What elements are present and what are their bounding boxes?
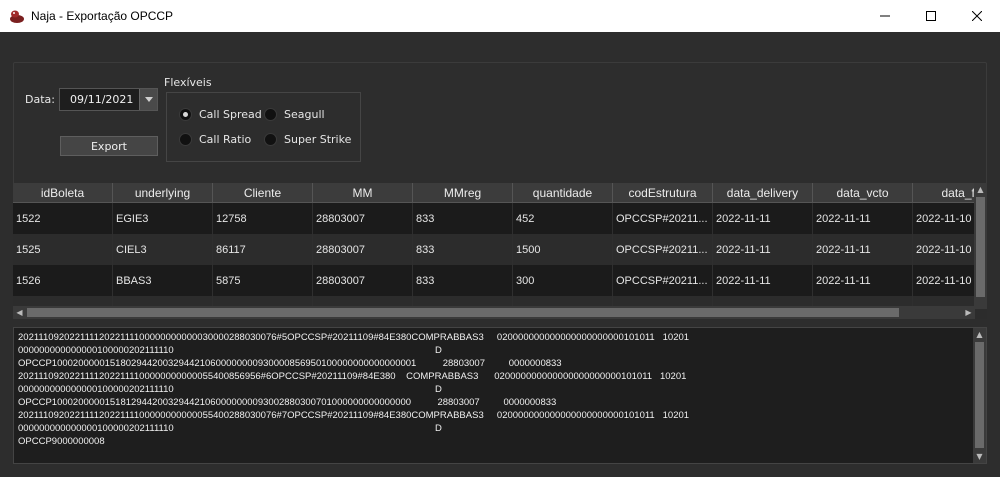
table-cell: 833 (413, 234, 513, 265)
column-header[interactable]: Cliente (213, 183, 313, 203)
radio-icon (264, 108, 277, 121)
table-cell: 1500 (513, 234, 613, 265)
output-line: 2021110920221111202211110000000000005540… (18, 410, 690, 421)
table-cell: 2022-11-11 (713, 203, 813, 234)
output-line: 000000000000000100000202111110 D (18, 423, 442, 434)
table-header: idBoleta underlying Cliente MM MMreg qua… (13, 183, 987, 203)
radio-label: Seagull (284, 108, 325, 121)
date-dropdown-button[interactable] (139, 89, 157, 110)
radio-selected-icon (179, 108, 192, 121)
output-line: OPCCP9000000008 (18, 436, 105, 447)
scroll-thumb[interactable] (976, 197, 985, 297)
table-cell: OPCCSP#20211... (613, 203, 713, 234)
flexiveis-group-label: Flexíveis (164, 76, 212, 89)
table-cell: 28803007 (313, 234, 413, 265)
export-button[interactable]: Export (60, 136, 158, 156)
table-cell: 28803007 (313, 203, 413, 234)
radio-label: Call Spread (199, 108, 262, 121)
column-header[interactable]: codEstrutura (613, 183, 713, 203)
radio-label: Super Strike (284, 133, 352, 146)
table-cell: 2022-11-11 (713, 265, 813, 296)
column-header[interactable]: quantidade (513, 183, 613, 203)
table-cell: BBAS3 (113, 265, 213, 296)
scroll-left-icon[interactable]: ◀ (13, 306, 26, 319)
column-header[interactable]: data_delivery (713, 183, 813, 203)
boletas-table: idBoleta underlying Cliente MM MMreg qua… (13, 183, 987, 319)
scroll-up-icon[interactable]: ▲ (973, 328, 986, 341)
table-cell: 86117 (213, 234, 313, 265)
output-vertical-scrollbar[interactable]: ▲ ▼ (973, 328, 986, 463)
table-cell: 833 (413, 203, 513, 234)
export-output-textarea[interactable]: 2021110920221111202211110000000000003000… (13, 327, 987, 464)
column-header[interactable]: underlying (113, 183, 213, 203)
scroll-thumb[interactable] (27, 308, 899, 317)
table-cell: 5875 (213, 265, 313, 296)
table-cell: 452 (513, 203, 613, 234)
table-body: 1522 EGIE3 12758 28803007 833 452 OPCCSP… (13, 203, 987, 319)
table-cell: 2022-11-11 (813, 265, 913, 296)
table-cell: 12758 (213, 203, 313, 234)
column-header[interactable]: idBoleta (13, 183, 113, 203)
chevron-down-icon (144, 97, 153, 102)
table-row[interactable]: 1526 BBAS3 5875 28803007 833 300 OPCCSP#… (13, 265, 987, 296)
maximize-button[interactable] (908, 0, 954, 32)
radio-icon (264, 133, 277, 146)
scroll-up-icon[interactable]: ▲ (974, 183, 987, 196)
radio-call-spread[interactable]: Call Spread (179, 108, 262, 121)
radio-seagull[interactable]: Seagull (264, 108, 325, 121)
table-cell: 2022-11-11 (813, 234, 913, 265)
app-icon (10, 10, 24, 23)
output-line: 2021110920221111202211110000000000005540… (18, 371, 687, 382)
window-title: Naja - Exportação OPCCP (31, 9, 174, 23)
output-line: 2021110920221111202211110000000000003000… (18, 332, 690, 343)
table-cell: 28803007 (313, 265, 413, 296)
scroll-thumb[interactable] (975, 342, 984, 448)
radio-icon (179, 133, 192, 146)
date-label: Data: (25, 93, 55, 106)
column-header[interactable]: data_vcto (813, 183, 913, 203)
radio-call-ratio[interactable]: Call Ratio (179, 133, 251, 146)
radio-super-strike[interactable]: Super Strike (264, 133, 351, 146)
table-vertical-scrollbar[interactable]: ▲ (974, 183, 987, 309)
date-field[interactable]: 09/11/2021 (59, 88, 158, 111)
table-row[interactable]: 1525 CIEL3 86117 28803007 833 1500 OPCCS… (13, 234, 987, 265)
table-cell: 1525 (13, 234, 113, 265)
table-cell: OPCCSP#20211... (613, 234, 713, 265)
radio-label: Call Ratio (199, 133, 252, 146)
date-value[interactable]: 09/11/2021 (60, 93, 139, 106)
title-bar: Naja - Exportação OPCCP (0, 0, 1000, 32)
output-line: OPCCP10002000001518129442003294421060000… (18, 397, 557, 408)
table-cell: 833 (413, 265, 513, 296)
table-row[interactable]: 1522 EGIE3 12758 28803007 833 452 OPCCSP… (13, 203, 987, 234)
column-header[interactable]: MMreg (413, 183, 513, 203)
close-button[interactable] (954, 0, 1000, 32)
output-line: 000000000000000100000202111110 D (18, 345, 442, 356)
table-cell: EGIE3 (113, 203, 213, 234)
table-cell: 1522 (13, 203, 113, 234)
minimize-button[interactable] (862, 0, 908, 32)
table-cell: 2022-11-11 (813, 203, 913, 234)
maximize-icon (926, 11, 936, 21)
column-header[interactable]: MM (313, 183, 413, 203)
table-cell: 2022-11-11 (713, 234, 813, 265)
output-line: 000000000000000100000202111110 D (18, 384, 442, 395)
table-cell: 300 (513, 265, 613, 296)
scroll-right-icon[interactable]: ▶ (962, 306, 975, 319)
minimize-icon (880, 15, 890, 17)
table-cell: CIEL3 (113, 234, 213, 265)
flexiveis-group (166, 92, 361, 162)
table-cell: 1526 (13, 265, 113, 296)
table-cell: OPCCSP#20211... (613, 265, 713, 296)
output-line: OPCCP10002000001518029442003294421060000… (18, 358, 562, 369)
scroll-down-icon[interactable]: ▼ (973, 450, 986, 463)
close-icon (972, 11, 982, 21)
table-horizontal-scrollbar[interactable]: ◀ ▶ (13, 306, 975, 319)
